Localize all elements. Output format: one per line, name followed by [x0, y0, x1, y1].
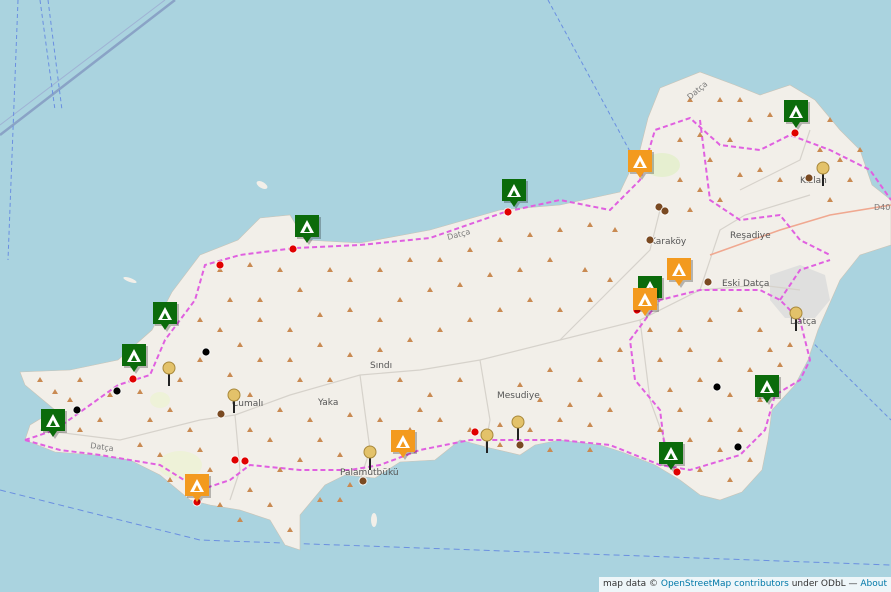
campsite-green-icon[interactable]	[122, 344, 148, 374]
attribution-prefix: map data ©	[603, 579, 661, 589]
campsite-green-icon[interactable]	[153, 302, 179, 332]
poi-pin-icon[interactable]	[227, 388, 241, 413]
campsite-orange-icon[interactable]	[633, 288, 659, 318]
poi-pin-icon[interactable]	[162, 361, 176, 386]
markers-layer	[41, 100, 830, 504]
campsite-green-icon[interactable]	[41, 409, 67, 439]
poi-pin-icon[interactable]	[789, 306, 803, 331]
poi-pins	[162, 161, 830, 470]
campsite-green-icon[interactable]	[295, 215, 321, 245]
map-attribution: map data © OpenStreetMap contributors un…	[599, 577, 891, 592]
campsite-green-icon[interactable]	[502, 179, 528, 209]
campsite-orange-icon[interactable]	[185, 474, 211, 504]
campsite-orange-icon[interactable]	[667, 258, 693, 288]
attribution-middle: under ODbL —	[788, 579, 861, 589]
campsite-green-icon[interactable]	[659, 442, 685, 472]
about-link[interactable]: About	[860, 579, 887, 589]
poi-pin-icon[interactable]	[816, 161, 830, 186]
campsite-orange-icon[interactable]	[391, 430, 417, 460]
osm-contributors-link[interactable]: OpenStreetMap contributors	[661, 579, 789, 589]
poi-pin-icon[interactable]	[480, 428, 494, 453]
poi-pin-icon[interactable]	[363, 445, 377, 470]
map-view[interactable]: Datça Datça D400 Sındı Yaka Cumalı Mesud…	[0, 0, 891, 592]
campsite-markers	[41, 100, 810, 504]
campsite-green-icon[interactable]	[755, 375, 781, 405]
poi-pin-icon[interactable]	[511, 415, 525, 440]
campsite-green-icon[interactable]	[784, 100, 810, 130]
campsite-orange-icon[interactable]	[628, 150, 654, 180]
